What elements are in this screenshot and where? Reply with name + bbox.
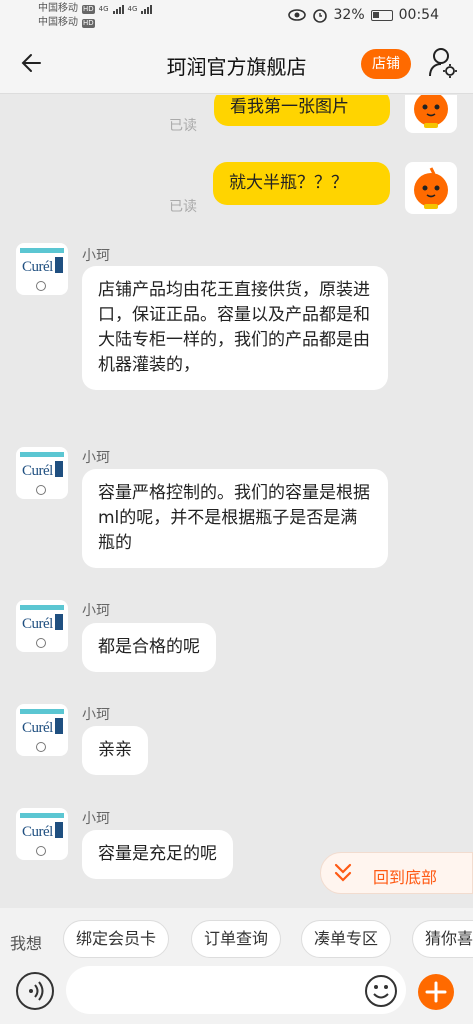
carrier-info: 中国移动 HD 4G 4G 中国移动 HD xyxy=(38,2,153,30)
quick-actions-bar: 我想 绑定会员卡 订单查询 凑单专区 猜你喜 xyxy=(0,908,473,970)
sender-name: 小珂 xyxy=(82,248,110,264)
message-bubble-other[interactable]: 店铺产品均由花王直接供货，原装进口，保证正品。容量以及产品都是和大陆专柜一样的，… xyxy=(82,266,388,390)
avatar[interactable] xyxy=(405,162,457,214)
sender-name: 小珂 xyxy=(82,707,110,723)
header: 珂润官方旗舰店 店铺 xyxy=(0,34,473,94)
status-bar: 中国移动 HD 4G 4G 中国移动 HD 32% 00:54 xyxy=(0,0,473,34)
quick-label: 我想 xyxy=(10,934,43,953)
battery-percent: 32% xyxy=(333,7,365,23)
message-bubble-other[interactable]: 都是合格的呢 xyxy=(82,623,216,672)
mascot-icon xyxy=(414,167,448,209)
clock: 00:54 xyxy=(398,7,439,23)
back-to-bottom-label: 回到底部 xyxy=(373,868,438,887)
voice-icon xyxy=(29,981,44,1001)
store-button[interactable]: 店铺 xyxy=(361,49,411,79)
mascot-icon xyxy=(414,95,448,128)
read-status: 已读 xyxy=(169,118,197,134)
voice-button[interactable] xyxy=(16,972,54,1010)
message-input[interactable] xyxy=(66,966,406,1014)
user-settings-icon[interactable] xyxy=(428,46,458,80)
carrier-1-label: 中国移动 xyxy=(38,3,78,14)
double-chevron-down-icon xyxy=(334,863,352,882)
shop-avatar[interactable]: Curél xyxy=(16,808,68,860)
shop-avatar[interactable]: Curél xyxy=(16,600,68,652)
message-bubble-other[interactable]: 容量是充足的呢 xyxy=(82,830,233,879)
signal-icon xyxy=(112,4,124,14)
quick-chip-bundle[interactable]: 凑单专区 xyxy=(301,920,392,958)
sender-name: 小珂 xyxy=(82,811,110,827)
message-bubble-self[interactable]: 就大半瓶？？？ xyxy=(213,162,390,205)
quick-chip-bind-card[interactable]: 绑定会员卡 xyxy=(63,920,170,958)
sender-name: 小珂 xyxy=(82,603,110,619)
plus-icon xyxy=(425,981,447,1003)
shop-avatar[interactable]: Curél xyxy=(16,447,68,499)
quick-chip-guess[interactable]: 猜你喜 xyxy=(412,920,473,958)
avatar[interactable] xyxy=(405,95,457,133)
message-bubble-other[interactable]: 亲亲 xyxy=(82,726,148,775)
message-bubble-other[interactable]: 容量严格控制的。我们的容量是根据ml的呢，并不是根据瓶子是否是满瓶的 xyxy=(82,469,388,568)
quick-chip-order-query[interactable]: 订单查询 xyxy=(191,920,282,958)
carrier-2-label: 中国移动 xyxy=(38,17,78,28)
shop-avatar[interactable]: Curél xyxy=(16,243,68,295)
chat-area[interactable]: 看我第一张图片 已读 就大半瓶？？？ 已读 Curél 小珂 店铺产品均由花王直… xyxy=(0,95,473,908)
hd-badge-2: HD xyxy=(82,18,95,28)
message-bubble-self[interactable]: 看我第一张图片 xyxy=(214,95,390,126)
shop-avatar[interactable]: Curél xyxy=(16,704,68,756)
battery-icon xyxy=(370,9,393,21)
network-type: 4G xyxy=(98,5,109,13)
plus-button[interactable] xyxy=(418,974,454,1010)
sender-name: 小珂 xyxy=(82,450,110,466)
input-bar xyxy=(0,966,473,1024)
hd-badge: HD xyxy=(82,4,95,14)
eye-icon xyxy=(287,9,306,21)
alarm-icon xyxy=(312,9,327,23)
network-type-2: 4G xyxy=(127,5,138,13)
status-indicators: 32% 00:54 xyxy=(287,7,439,23)
read-status: 已读 xyxy=(169,199,197,215)
back-to-bottom-button[interactable]: 回到底部 xyxy=(320,852,473,894)
signal-icon-2 xyxy=(141,4,153,14)
emoji-icon[interactable] xyxy=(364,974,398,1008)
